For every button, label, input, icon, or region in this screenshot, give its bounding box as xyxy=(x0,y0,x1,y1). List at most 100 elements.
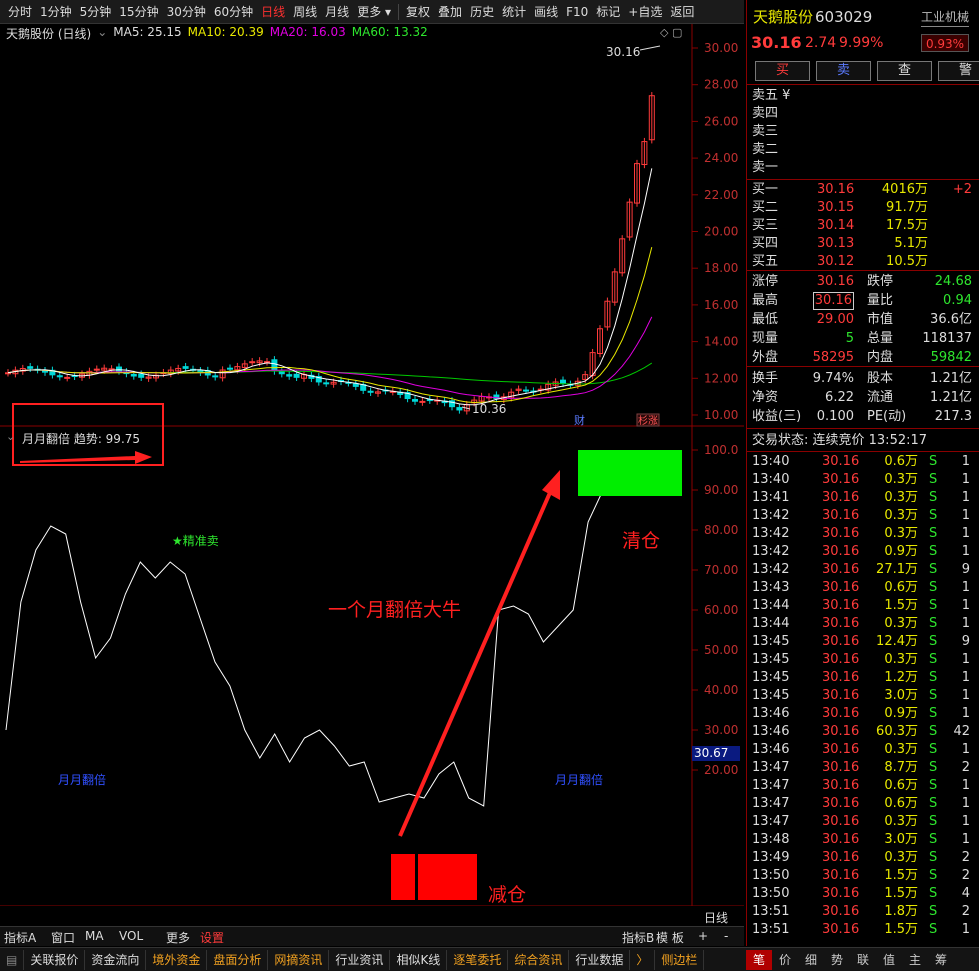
toolbar-item[interactable]: 统计 xyxy=(498,0,530,24)
bid-row[interactable]: 买五 30.12 10.5万 xyxy=(747,253,979,271)
toolbar-item[interactable]: 月线 xyxy=(321,0,353,24)
toolbar-item[interactable]: 历史 xyxy=(466,0,498,24)
bottom-tab[interactable]: 〉 xyxy=(630,949,656,970)
indicator-bar-item[interactable]: MA xyxy=(85,929,104,943)
tick-row[interactable]: 13:42 30.16 0.3万 S 1 xyxy=(747,507,979,525)
toolbar-item[interactable]: 日线 xyxy=(257,0,289,24)
indicator-bar-item[interactable]: 窗口 xyxy=(51,929,75,946)
indicator-bar-right-item[interactable]: - xyxy=(724,929,728,943)
toolbar-item[interactable]: 返回 xyxy=(666,0,698,24)
bid-row[interactable]: 买四 30.13 5.1万 xyxy=(747,235,979,253)
right-tab[interactable]: 笔 xyxy=(746,949,772,970)
bottom-tab[interactable]: 资金流向 xyxy=(85,949,147,970)
toolbar-item[interactable]: 叠加 xyxy=(434,0,466,24)
toolbar-item[interactable]: 1分钟 xyxy=(36,0,76,24)
bottom-tab[interactable]: 境外资金 xyxy=(146,949,208,970)
tick-row[interactable]: 13:51 30.16 1.5万 S 1 xyxy=(747,921,979,939)
bottom-tab[interactable]: 盘面分析 xyxy=(207,949,269,970)
limit-up-marker[interactable]: 杉涨 xyxy=(638,414,658,427)
toolbar-item[interactable]: 15分钟 xyxy=(115,0,162,24)
right-tab[interactable]: 价 xyxy=(772,950,798,970)
right-tab[interactable]: 筹 xyxy=(928,950,954,970)
toolbar-item[interactable]: 复权 xyxy=(402,0,434,24)
tick-row[interactable]: 13:44 30.16 0.3万 S 1 xyxy=(747,615,979,633)
bid-row[interactable]: 买三 30.14 17.5万 xyxy=(747,217,979,235)
indicator-bar-item[interactable]: 设置 xyxy=(200,929,224,946)
ma-dropdown-icon[interactable]: ⌄ xyxy=(97,25,107,42)
toolbar-item[interactable]: 5分钟 xyxy=(76,0,116,24)
toolbar-item[interactable]: 更多 ▾ xyxy=(353,0,395,24)
sector-link[interactable]: 工业机械 xyxy=(921,8,970,27)
right-tab[interactable]: 联 xyxy=(850,950,876,970)
indicator-bar-item[interactable]: VOL xyxy=(119,929,143,943)
chart-option-icons[interactable]: ◇ ▢ xyxy=(660,26,682,39)
bid-price: 30.12 xyxy=(817,254,855,269)
indicator-menu-icon[interactable]: ⌄ xyxy=(6,430,15,443)
indicator-bar-right-item[interactable]: 模 板 xyxy=(656,929,684,946)
right-tab[interactable]: 细 xyxy=(798,950,824,970)
tick-row[interactable]: 13:49 30.16 0.3万 S 2 xyxy=(747,849,979,867)
tick-row[interactable]: 13:40 30.16 0.6万 S 1 xyxy=(747,453,979,471)
bottom-tab[interactable]: 网摘资讯 xyxy=(268,949,330,970)
tick-row[interactable]: 13:43 30.16 0.6万 S 1 xyxy=(747,579,979,597)
stat-label: 外盘 xyxy=(752,350,779,365)
toolbar-item[interactable]: 画线 xyxy=(530,0,562,24)
tick-row[interactable]: 13:47 30.16 0.6万 S 1 xyxy=(747,795,979,813)
panel-toggle-icon[interactable]: ▤ xyxy=(0,949,25,970)
indicator-bar-right-item[interactable]: + xyxy=(698,929,708,943)
tick-row[interactable]: 13:45 30.16 0.3万 S 1 xyxy=(747,651,979,669)
toolbar-item[interactable]: +自选 xyxy=(624,0,666,24)
tick-side: S xyxy=(929,580,938,595)
bid-row[interactable]: 买二 30.15 91.7万 xyxy=(747,199,979,217)
tick-row[interactable]: 13:46 30.16 0.9万 S 1 xyxy=(747,705,979,723)
tick-row[interactable]: 13:40 30.16 0.3万 S 1 xyxy=(747,471,979,489)
tick-row[interactable]: 13:42 30.16 27.1万 S 9 xyxy=(747,561,979,579)
toolbar-item[interactable]: 周线 xyxy=(289,0,321,24)
tick-row[interactable]: 13:46 30.16 60.3万 S 42 xyxy=(747,723,979,741)
indicator-bar-right-item[interactable]: 指标B xyxy=(622,929,654,946)
bid-row[interactable]: 买一 30.16 4016万 +2 xyxy=(747,181,979,199)
tick-row[interactable]: 13:51 30.16 1.8万 S 2 xyxy=(747,903,979,921)
alert-button[interactable]: 警 xyxy=(938,61,979,81)
toolbar-item[interactable]: 分时 xyxy=(4,0,36,24)
tick-side: S xyxy=(929,634,938,649)
toolbar-item[interactable]: 标记 xyxy=(592,0,624,24)
bottom-tab[interactable]: 关联报价 xyxy=(24,949,86,970)
tick-row[interactable]: 13:44 30.16 1.5万 S 1 xyxy=(747,597,979,615)
tick-row[interactable]: 13:42 30.16 0.3万 S 1 xyxy=(747,525,979,543)
tick-row[interactable]: 13:45 30.16 3.0万 S 1 xyxy=(747,687,979,705)
tick-volume: 0.6万 xyxy=(884,454,918,469)
tick-row[interactable]: 13:50 30.16 1.5万 S 2 xyxy=(747,867,979,885)
tick-price: 30.16 xyxy=(822,922,860,937)
bottom-tab[interactable]: 侧边栏 xyxy=(655,949,705,970)
tick-row[interactable]: 13:50 30.16 1.5万 S 4 xyxy=(747,885,979,903)
bottom-tab[interactable]: 相似K线 xyxy=(390,949,448,970)
finance-marker[interactable]: 财 xyxy=(574,413,585,427)
indicator-bar-item[interactable]: 指标A xyxy=(4,929,36,946)
bottom-tab[interactable]: 逐笔委托 xyxy=(447,949,509,970)
tick-row[interactable]: 13:46 30.16 0.3万 S 1 xyxy=(747,741,979,759)
tick-row[interactable]: 13:48 30.16 3.0万 S 1 xyxy=(747,831,979,849)
toolbar-item[interactable]: 30分钟 xyxy=(163,0,210,24)
sell-button[interactable]: 卖 xyxy=(816,61,871,81)
tick-row[interactable]: 13:47 30.16 0.6万 S 1 xyxy=(747,777,979,795)
bottom-tab[interactable]: 综合资讯 xyxy=(508,949,570,970)
query-button[interactable]: 查 xyxy=(877,61,932,81)
right-tab[interactable]: 值 xyxy=(876,950,902,970)
bottom-tab[interactable]: 行业数据 xyxy=(569,949,631,970)
buy-button[interactable]: 买 xyxy=(755,61,810,81)
tick-row[interactable]: 13:45 30.16 1.2万 S 1 xyxy=(747,669,979,687)
tick-side: S xyxy=(929,760,938,775)
tick-row[interactable]: 13:41 30.16 0.3万 S 1 xyxy=(747,489,979,507)
tick-row[interactable]: 13:45 30.16 12.4万 S 9 xyxy=(747,633,979,651)
right-tab[interactable]: 势 xyxy=(824,950,850,970)
right-tab[interactable]: 主 xyxy=(902,950,928,970)
toolbar-item[interactable]: F10 xyxy=(562,0,592,24)
toolbar-item[interactable]: 60分钟 xyxy=(210,0,257,24)
tick-row[interactable]: 13:47 30.16 8.7万 S 2 xyxy=(747,759,979,777)
tick-count: 1 xyxy=(961,706,970,721)
indicator-bar-item[interactable]: 更多 xyxy=(166,929,190,946)
tick-row[interactable]: 13:47 30.16 0.3万 S 1 xyxy=(747,813,979,831)
tick-row[interactable]: 13:42 30.16 0.9万 S 1 xyxy=(747,543,979,561)
bottom-tab[interactable]: 行业资讯 xyxy=(329,949,391,970)
